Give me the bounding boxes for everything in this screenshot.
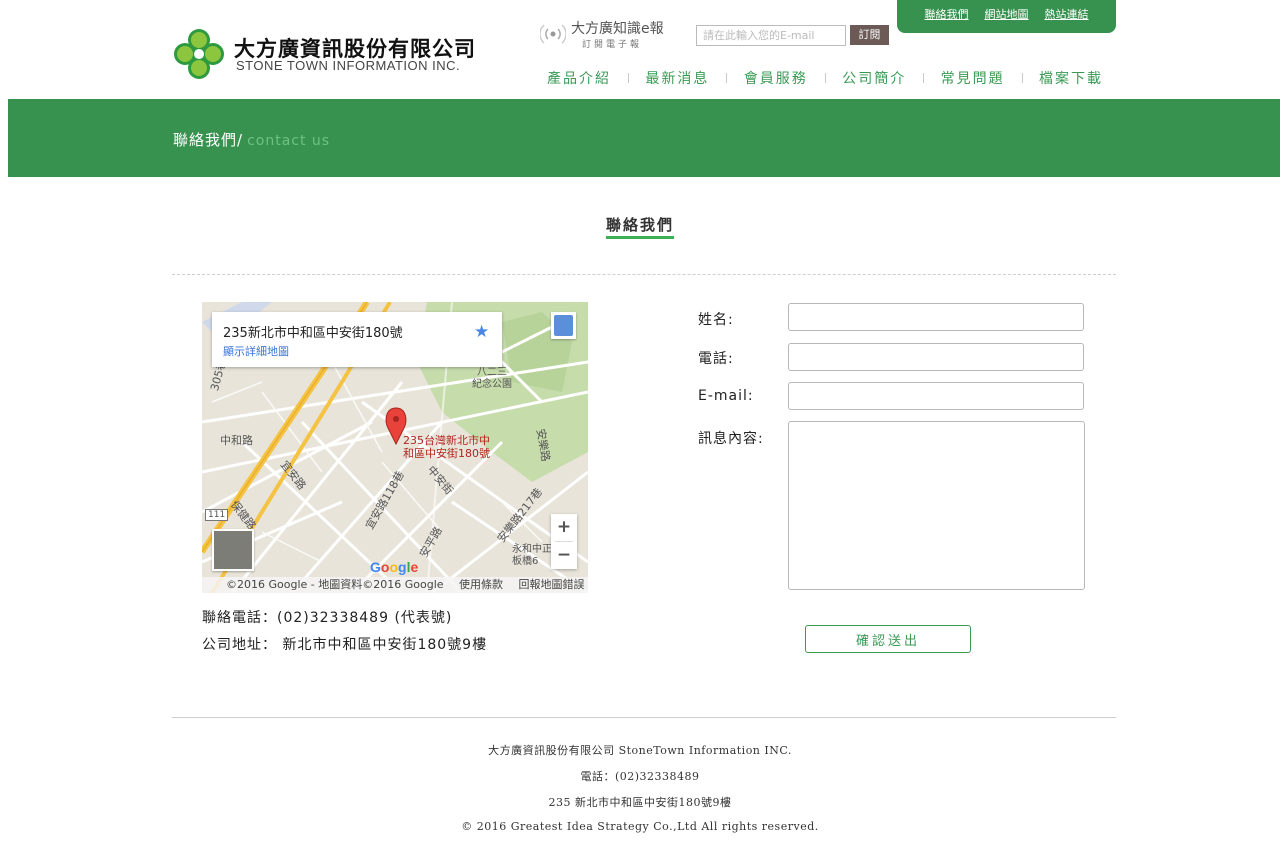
banner-title: 聯絡我們/contact us — [173, 129, 330, 150]
nav-downloads[interactable]: 檔案下載 — [1022, 68, 1120, 88]
page-banner: 聯絡我們/contact us — [8, 99, 1280, 177]
message-field[interactable] — [788, 421, 1085, 590]
pin-label-line1: 235台灣新北市中 — [403, 434, 490, 447]
message-label: 訊息內容: — [698, 431, 764, 447]
footer-company: 大方廣資訊股份有限公司 StoneTown Information INC. — [488, 744, 792, 757]
broadcast-icon — [540, 24, 566, 44]
map-zoom-control: + − — [551, 514, 577, 569]
satellite-toggle[interactable] — [212, 529, 254, 571]
map-copyright: ©2016 Google - 地圖資料©2016 Google — [226, 578, 444, 591]
banner-subtitle: contact us — [247, 133, 331, 149]
map-info-card: 235新北市中和區中安街180號 顯示詳細地圖 ★ — [212, 312, 502, 367]
banner-title-zh: 聯絡我們/ — [173, 131, 244, 149]
phone-field[interactable] — [788, 343, 1084, 371]
nav-products[interactable]: 產品介紹 — [530, 68, 628, 88]
route-shield: 111 — [205, 509, 229, 521]
submit-button[interactable]: 確認送出 — [805, 625, 971, 653]
name-label: 姓名: — [698, 312, 734, 328]
email-field[interactable] — [788, 382, 1084, 410]
phone-label: 電話: — [698, 351, 734, 367]
save-star-icon[interactable]: ★ — [474, 322, 489, 342]
zoom-in-button[interactable]: + — [551, 514, 577, 541]
contact-phone: 聯絡電話：(02)32338489 (代表號) — [202, 610, 453, 626]
map-label: 中和路 — [220, 434, 253, 447]
map-report-link[interactable]: 回報地圖錯誤 — [519, 578, 585, 591]
section-title: 聯絡我們 — [0, 214, 1280, 239]
nav-members[interactable]: 會員服務 — [727, 68, 825, 88]
map-terms-link[interactable]: 使用條款 — [459, 578, 503, 591]
dashed-divider — [172, 274, 1116, 275]
footer-phone: 電話：(02)32338489 — [580, 770, 700, 783]
footer-divider — [172, 717, 1116, 718]
nav-news[interactable]: 最新消息 — [628, 68, 726, 88]
email-label: E-mail: — [698, 388, 754, 404]
google-logo: Google — [370, 559, 419, 575]
epaper-block: 大方廣知識e報 訂閱電子報 — [540, 18, 690, 50]
company-logo[interactable]: 大方廣資訊股份有限公司 STONE TOWN INFORMATION INC. — [172, 27, 492, 81]
toplink-hotlinks[interactable]: 熱站連結 — [1045, 6, 1089, 22]
clover-logo-icon — [174, 29, 224, 79]
footer-address: 235 新北市中和區中安街180號9樓 — [548, 796, 732, 809]
site-header: 大方廣資訊股份有限公司 STONE TOWN INFORMATION INC. … — [0, 0, 1280, 99]
top-links: 聯絡我們 網站地圖 熱站連結 — [897, 0, 1116, 33]
pin-label: 235台灣新北市中 和區中安街180號 — [403, 434, 490, 460]
nav-about[interactable]: 公司簡介 — [825, 68, 923, 88]
toplink-sitemap[interactable]: 網站地圖 — [985, 6, 1029, 22]
map-label: 永和中正 板橋6 — [512, 544, 552, 567]
map-footer: ©2016 Google - 地圖資料©2016 Google 使用條款 回報地… — [202, 577, 588, 593]
company-name-en: STONE TOWN INFORMATION INC. — [236, 58, 461, 73]
toplink-contact[interactable]: 聯絡我們 — [925, 6, 969, 22]
street-view-pegman-icon[interactable] — [551, 312, 576, 339]
contact-address: 公司地址： 新北市中和區中安街180號9樓 — [202, 637, 488, 653]
epaper-subtitle: 訂閱電子報 — [582, 40, 643, 50]
pin-label-line2: 和區中安街180號 — [403, 447, 490, 460]
section-title-text: 聯絡我們 — [605, 216, 674, 239]
main-nav: 產品介紹 最新消息 會員服務 公司簡介 常見問題 檔案下載 — [530, 68, 1120, 88]
map-card-address: 235新北市中和區中安街180號 — [223, 326, 403, 341]
nav-faq[interactable]: 常見問題 — [924, 68, 1022, 88]
map-label: 八二三 紀念公園 — [472, 367, 512, 390]
name-field[interactable] — [788, 303, 1084, 331]
epaper-title: 大方廣知識e報 — [571, 21, 664, 37]
subscribe-email-input[interactable] — [696, 25, 846, 46]
view-larger-map-link[interactable]: 顯示詳細地圖 — [223, 343, 289, 359]
subscribe-button[interactable]: 訂閱 — [850, 25, 889, 45]
zoom-out-button[interactable]: − — [551, 542, 577, 569]
footer-copyright: © 2016 Greatest Idea Strategy Co.,Ltd Al… — [461, 820, 819, 833]
google-map[interactable]: 中和路 八二三 紀念公園 宜安路 宜安路118巷 中安街 安樂路217巷 安平路… — [202, 302, 588, 593]
